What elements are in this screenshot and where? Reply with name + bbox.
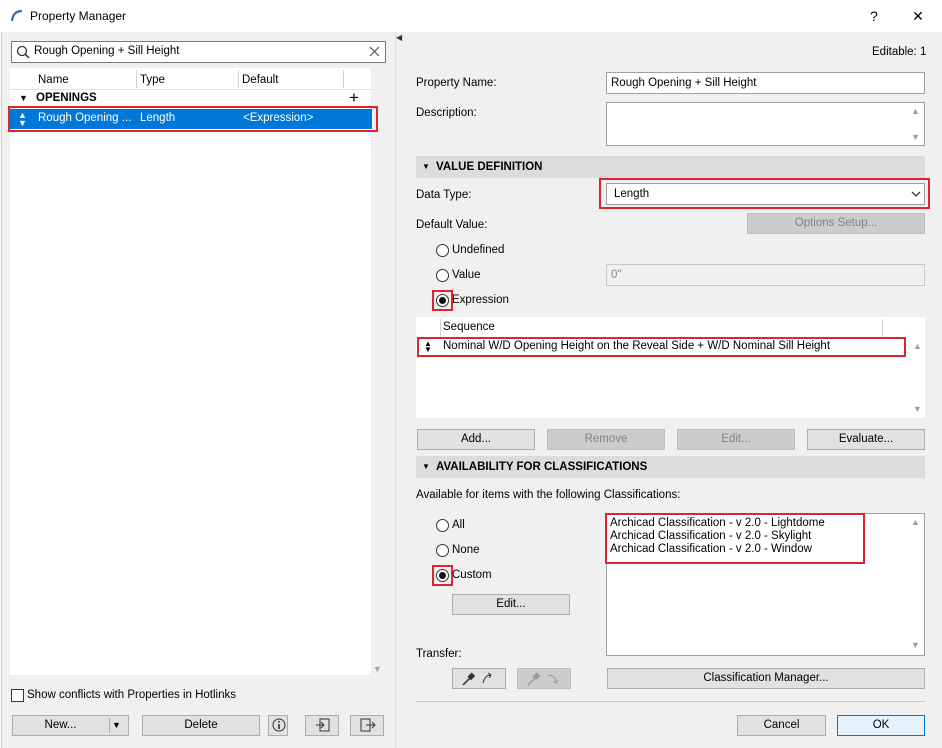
export-icon	[360, 718, 376, 732]
value-definition-title: VALUE DEFINITION	[436, 161, 543, 173]
scroll-down-icon[interactable]: ▼	[373, 664, 382, 674]
cancel-button[interactable]: Cancel	[737, 715, 826, 736]
search-input[interactable]: Rough Opening + Sill Height	[34, 45, 179, 57]
highlight-box	[599, 178, 930, 209]
value-label: Value	[452, 269, 481, 281]
highlight-box	[605, 513, 865, 564]
title-bar: Property Manager ? ✕	[0, 0, 942, 32]
import-icon	[316, 718, 330, 732]
group-label-openings: OPENINGS	[36, 92, 97, 104]
description-field[interactable]: ▲ ▼	[606, 102, 925, 146]
footer-divider	[416, 701, 925, 702]
column-header-type[interactable]: Type	[140, 70, 165, 90]
search-field[interactable]: Rough Opening + Sill Height	[11, 41, 386, 63]
help-button[interactable]: ?	[864, 6, 884, 26]
info-icon	[272, 718, 286, 732]
clear-search-icon[interactable]	[369, 46, 380, 57]
header-divider	[10, 89, 371, 90]
property-name-input[interactable]: Rough Opening + Sill Height	[611, 77, 756, 89]
new-button[interactable]: New... ▼	[12, 715, 129, 736]
pick-up-button[interactable]	[452, 668, 506, 689]
collapse-left-icon[interactable]: ◀	[396, 33, 402, 42]
data-type-label: Data Type:	[416, 189, 472, 201]
custom-label: Custom	[452, 569, 492, 581]
evaluate-button[interactable]: Evaluate...	[807, 429, 925, 450]
sequence-list[interactable]: Sequence ▲ ▼ Nominal W/D Opening Height o…	[416, 317, 925, 418]
scroll-down-icon[interactable]: ▼	[911, 132, 920, 142]
show-conflicts-label: Show conflicts with Properties in Hotlin…	[27, 689, 236, 701]
new-dropdown-icon[interactable]: ▼	[112, 716, 121, 735]
button-separator	[109, 718, 110, 733]
property-name-field[interactable]: Rough Opening + Sill Height	[606, 72, 925, 94]
availability-header[interactable]: ▼ AVAILABILITY FOR CLASSIFICATIONS	[416, 456, 925, 478]
edit-classifications-button[interactable]: Edit...	[452, 594, 570, 615]
options-setup-button[interactable]: Options Setup...	[747, 213, 925, 234]
value-definition-header[interactable]: ▼ VALUE DEFINITION	[416, 156, 925, 178]
all-radio[interactable]	[436, 519, 449, 532]
all-label: All	[452, 519, 465, 531]
default-value-label: Default Value:	[416, 219, 488, 231]
highlight-box	[8, 106, 378, 132]
export-button[interactable]	[350, 715, 384, 736]
availability-title: AVAILABILITY FOR CLASSIFICATIONS	[436, 461, 648, 473]
sequence-header: Sequence	[443, 321, 495, 333]
availability-intro: Available for items with the following C…	[416, 489, 681, 501]
edit-expression-button[interactable]: Edit...	[677, 429, 795, 450]
new-button-label: New...	[44, 719, 77, 731]
section-collapse-icon: ▼	[422, 462, 430, 471]
show-conflicts-checkbox[interactable]	[11, 689, 24, 702]
column-separator	[882, 319, 883, 337]
value-field[interactable]: 0"	[606, 264, 925, 286]
column-separator[interactable]	[343, 70, 344, 88]
scroll-down-icon[interactable]: ▼	[913, 404, 922, 414]
highlight-box	[417, 337, 906, 357]
undefined-label: Undefined	[452, 244, 505, 256]
eyedropper-icon	[462, 672, 492, 686]
add-property-icon[interactable]: +	[349, 88, 359, 108]
add-button[interactable]: Add...	[417, 429, 535, 450]
scroll-up-icon[interactable]: ▲	[911, 106, 920, 116]
column-separator	[440, 319, 441, 337]
highlight-box	[432, 565, 453, 586]
column-separator[interactable]	[136, 70, 137, 88]
import-button[interactable]	[305, 715, 339, 736]
property-list[interactable]	[10, 68, 371, 675]
ok-button[interactable]: OK	[837, 715, 925, 736]
section-collapse-icon: ▼	[422, 162, 430, 171]
group-collapse-icon[interactable]: ▼	[19, 93, 28, 103]
column-separator[interactable]	[238, 70, 239, 88]
scroll-down-icon[interactable]: ▼	[911, 640, 920, 650]
undefined-radio[interactable]	[436, 244, 449, 257]
syringe-icon	[527, 672, 559, 686]
pane-splitter[interactable]: ◀	[395, 32, 404, 748]
scroll-up-icon[interactable]: ▲	[911, 517, 920, 527]
search-icon	[16, 45, 30, 59]
remove-button[interactable]: Remove	[547, 429, 665, 450]
inject-button[interactable]	[517, 668, 571, 689]
property-name-label: Property Name:	[416, 77, 497, 89]
delete-button[interactable]: Delete	[142, 715, 260, 736]
classification-manager-button[interactable]: Classification Manager...	[607, 668, 925, 689]
close-button[interactable]: ✕	[908, 6, 928, 26]
column-header-default[interactable]: Default	[242, 70, 278, 90]
description-label: Description:	[416, 107, 477, 119]
transfer-label: Transfer:	[416, 648, 462, 660]
value-radio[interactable]	[436, 269, 449, 282]
window-title: Property Manager	[30, 9, 127, 23]
scroll-up-icon[interactable]: ▲	[913, 341, 922, 351]
app-logo-icon	[10, 9, 23, 22]
info-button[interactable]	[268, 715, 288, 736]
editable-count: Editable: 1	[872, 46, 927, 58]
value-input[interactable]: 0"	[611, 269, 621, 281]
expression-label: Expression	[452, 294, 509, 306]
column-header-name[interactable]: Name	[38, 70, 69, 90]
none-radio[interactable]	[436, 544, 449, 557]
highlight-box	[432, 290, 453, 311]
none-label: None	[452, 544, 480, 556]
